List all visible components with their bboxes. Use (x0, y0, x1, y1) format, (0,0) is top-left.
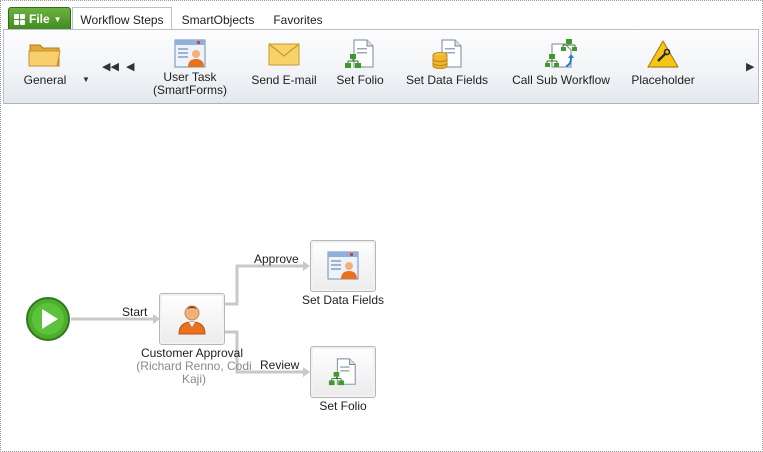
user-task-form-icon (173, 38, 207, 70)
approve-line-label: Approve (254, 252, 299, 266)
general-dropdown-chevron-icon[interactable]: ▼ (82, 75, 90, 84)
set-data-fields-node-label: Set Data Fields (301, 293, 385, 307)
envelope-icon (267, 38, 301, 70)
set-folio-label: Set Folio (336, 73, 384, 87)
set-folio-node-label: Set Folio (319, 399, 367, 413)
set-folio-button[interactable]: Set Folio (330, 30, 390, 103)
scroll-right-icon[interactable]: ▶ (746, 60, 754, 73)
placeholder-label: Placeholder (631, 73, 695, 87)
connector-lines (71, 261, 310, 377)
ribbon-toolbar: General ▼ ◀◀ ◀ User Task (SmartForms) Se… (3, 29, 759, 104)
customer-approval-node[interactable] (159, 293, 225, 345)
send-email-button[interactable]: Send E-mail (244, 30, 324, 103)
document-hierarchy-icon (328, 358, 356, 386)
tab-smartobjects[interactable]: SmartObjects (175, 8, 261, 31)
customer-approval-participants: (Richard Renno, Codi Kaji) (136, 359, 252, 386)
set-data-fields-label: Set Data Fields (405, 73, 489, 87)
scroll-left-icon[interactable]: ◀ (126, 60, 134, 73)
tab-strip: File ▼ Workflow Steps SmartObjects Favor… (3, 3, 759, 32)
tab-smartobjects-label: SmartObjects (181, 12, 255, 27)
set-folio-node[interactable] (310, 346, 376, 398)
warning-wrench-icon (646, 38, 680, 70)
file-menu-button[interactable]: File ▼ (8, 7, 71, 31)
folder-icon (28, 38, 62, 70)
play-icon (26, 297, 70, 341)
placeholder-button[interactable]: Placeholder (626, 30, 700, 103)
general-category-label: General (23, 73, 67, 87)
tab-favorites[interactable]: Favorites (265, 8, 331, 31)
user-icon (178, 305, 206, 335)
start-line-label: Start (122, 305, 148, 319)
review-line-label: Review (260, 358, 300, 372)
user-task-form-icon (327, 251, 359, 280)
app-grid-icon (14, 13, 25, 25)
user-task-label: User Task (SmartForms) (153, 71, 227, 97)
call-sub-workflow-button[interactable]: Call Sub Workflow (502, 30, 620, 103)
user-task-label-line2: (SmartForms) (153, 83, 227, 97)
user-task-button[interactable]: User Task (SmartForms) (146, 30, 234, 103)
set-data-fields-button[interactable]: Set Data Fields (402, 30, 492, 103)
sub-workflow-icon (544, 38, 578, 70)
database-document-icon (430, 38, 464, 70)
chevron-down-icon: ▼ (53, 14, 62, 24)
customer-approval-label: Customer Approval (140, 346, 244, 360)
general-category-button[interactable]: General (18, 30, 72, 103)
scroll-first-icon[interactable]: ◀◀ (102, 60, 119, 73)
send-email-label: Send E-mail (251, 73, 317, 87)
workflow-canvas[interactable]: Start Customer Approval (Richard Renno, … (3, 104, 759, 449)
start-node[interactable] (25, 296, 71, 342)
file-menu-label: File (29, 12, 50, 26)
call-sub-workflow-label: Call Sub Workflow (512, 73, 610, 87)
tab-favorites-label: Favorites (273, 12, 323, 27)
set-data-fields-node[interactable] (310, 240, 376, 292)
tab-workflow-steps-label: Workflow Steps (80, 13, 164, 27)
document-hierarchy-icon (343, 38, 377, 70)
